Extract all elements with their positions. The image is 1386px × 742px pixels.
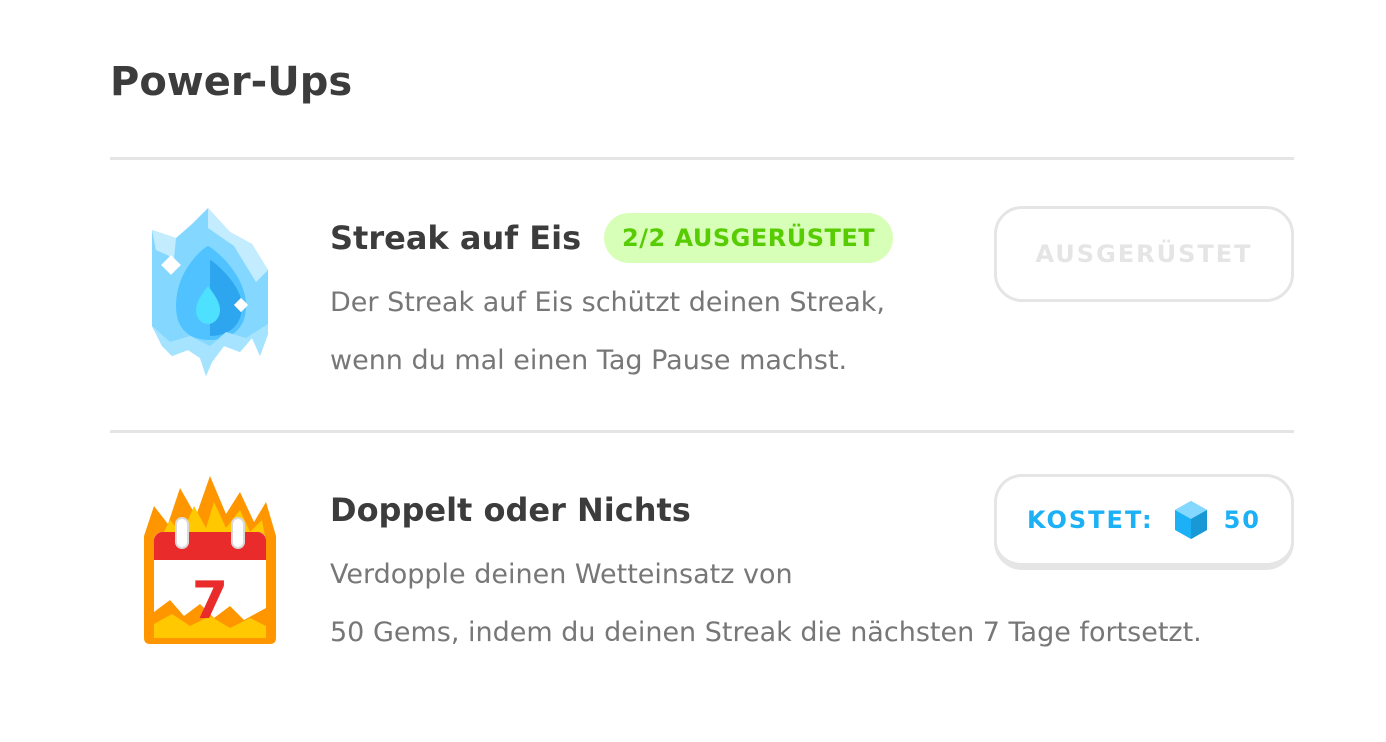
equipped-status-badge: 2/2 AUSGERÜSTET (604, 213, 894, 263)
equipped-button-label: AUSGERÜSTET (1035, 240, 1253, 268)
gem-icon (1172, 499, 1210, 541)
item-title-double-or-nothing: Doppelt oder Nichts (330, 491, 691, 529)
section-divider (110, 430, 1294, 433)
calendar-day-number: 7 (192, 571, 228, 631)
ice-crystal-icon (146, 206, 272, 378)
item-description-line: Der Streak auf Eis schützt deinen Streak… (330, 287, 885, 318)
item-description-line: 50 Gems, indem du deinen Streak die näch… (330, 617, 1202, 648)
page-title: Power-Ups (110, 59, 353, 105)
item-title-streak-freeze: Streak auf Eis (330, 219, 582, 257)
buy-button[interactable]: KOSTET: 50 (994, 474, 1294, 570)
equipped-button[interactable]: AUSGERÜSTET (994, 206, 1294, 302)
calendar-fire-icon: 7 (140, 476, 280, 646)
price-value: 50 (1223, 506, 1262, 534)
item-description-line: Verdopple deinen Wetteinsatz von (330, 559, 793, 590)
buy-button-label: KOSTET: (1026, 506, 1154, 534)
item-description-line: wenn du mal einen Tag Pause machst. (330, 345, 848, 376)
section-divider (110, 157, 1294, 160)
